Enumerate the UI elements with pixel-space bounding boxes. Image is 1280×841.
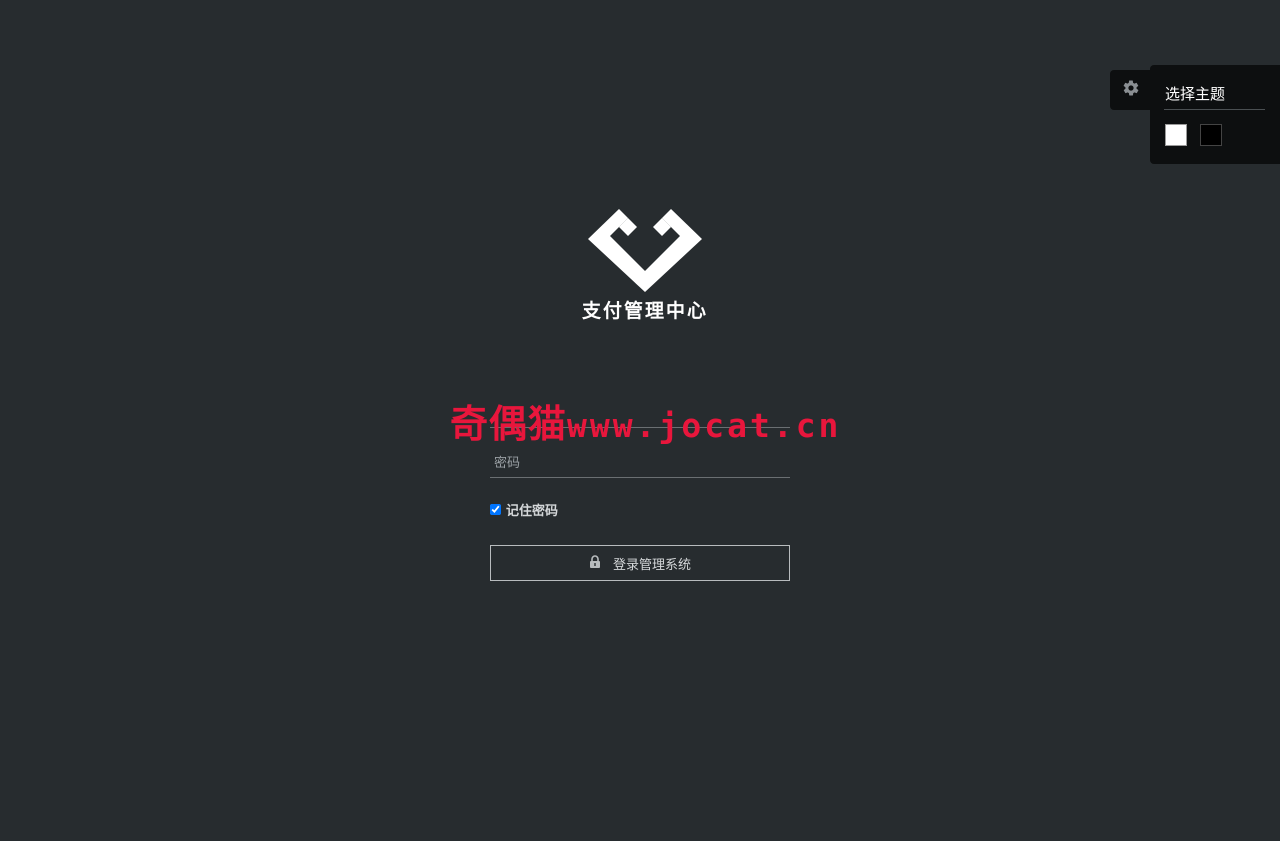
remember-password-label: 记住密码 xyxy=(506,504,559,519)
login-button[interactable]: 登录管理系统 xyxy=(490,545,790,581)
remember-password-option[interactable]: 记住密码 xyxy=(490,500,558,519)
theme-settings-toggle[interactable] xyxy=(1110,70,1152,110)
theme-panel: 选择主题 xyxy=(1150,65,1280,164)
theme-divider xyxy=(1164,109,1265,110)
password-input[interactable] xyxy=(490,450,790,477)
brand-name: 支付管理中心 xyxy=(581,300,708,322)
theme-panel-title: 选择主题 xyxy=(1165,85,1226,103)
gear-icon xyxy=(1122,79,1140,101)
login-page: 选择主题 支付管理中心 记住密码 登录管理系统 奇偶猫www.jocat.cn xyxy=(0,0,1280,841)
login-button-label: 登录管理系统 xyxy=(612,557,691,573)
brand-logo-icon xyxy=(588,208,702,296)
theme-swatch-black[interactable] xyxy=(1200,124,1222,146)
password-field-wrapper xyxy=(490,450,790,478)
remember-password-checkbox[interactable] xyxy=(490,504,501,515)
watermark-url: www.jocat.cn xyxy=(567,406,842,445)
watermark-overlay: 奇偶猫www.jocat.cn xyxy=(450,393,841,448)
watermark-cn: 奇偶猫 xyxy=(450,402,568,446)
theme-swatch-white[interactable] xyxy=(1165,124,1187,146)
lock-icon xyxy=(589,554,601,572)
